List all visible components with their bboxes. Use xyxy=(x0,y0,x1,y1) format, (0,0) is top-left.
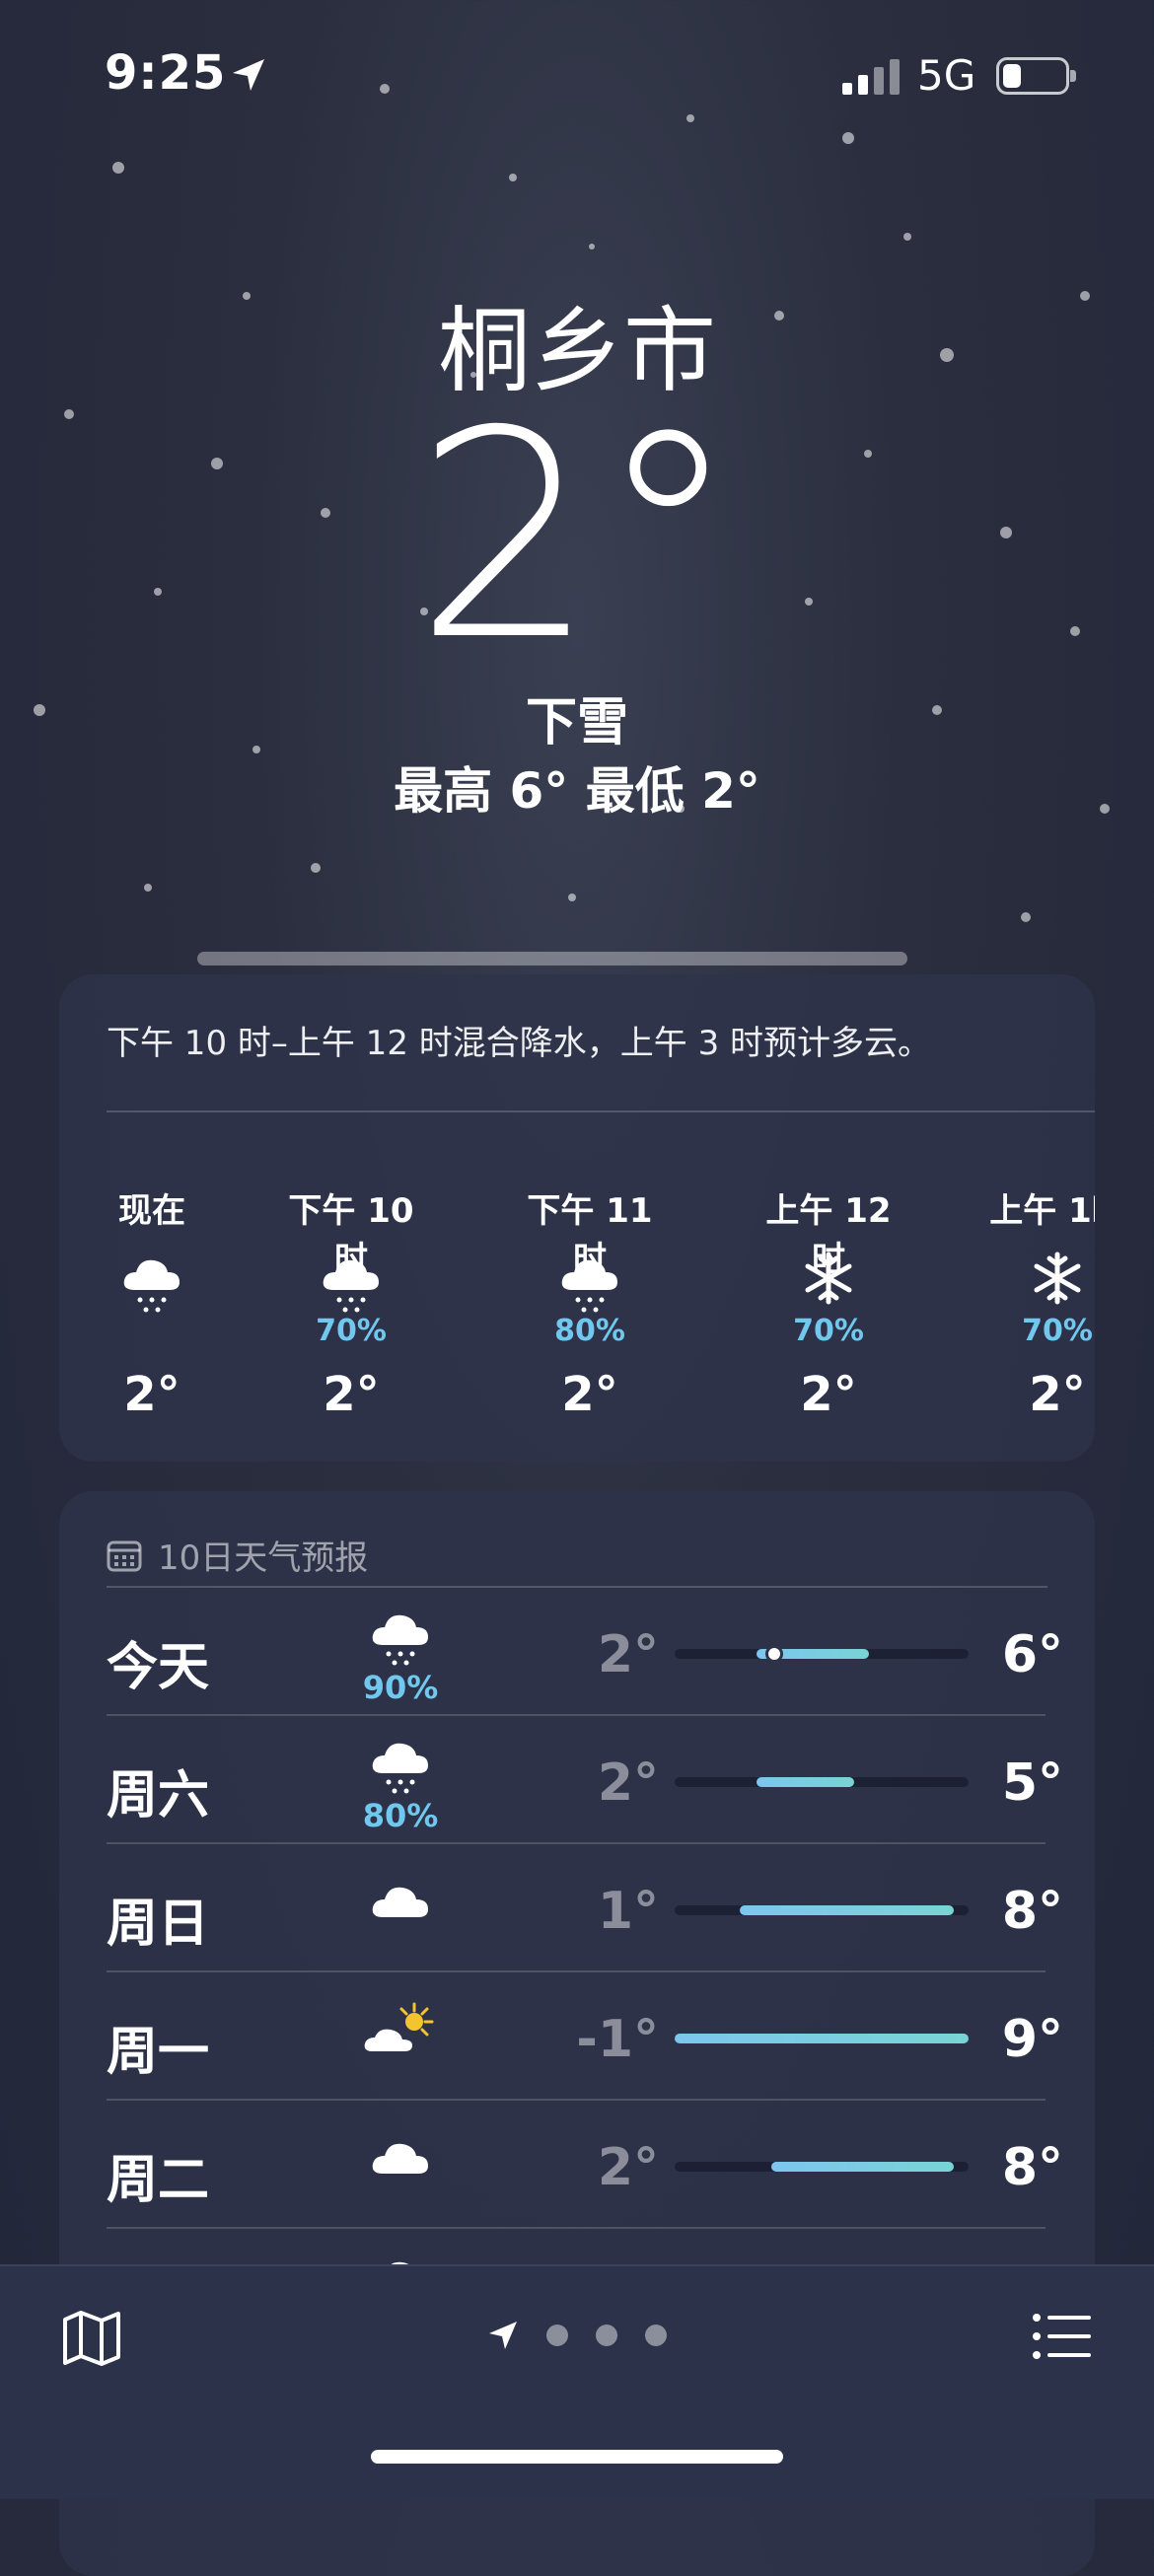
temperature-range-bar xyxy=(739,1905,955,1915)
hour-temperature: 2° xyxy=(561,1367,618,1422)
hourly-summary: 下午 10 时–上午 12 时混合降水，上午 3 时预计多云。 xyxy=(107,1024,932,1063)
precip-chance xyxy=(73,1314,231,1353)
hour-temperature: 2° xyxy=(323,1367,380,1422)
day-row[interactable]: 周六 80% 2° 5° xyxy=(107,1716,1063,1844)
snow-cloud-icon: 80% xyxy=(351,1738,450,1834)
partly-sunny-icon xyxy=(351,2002,450,2061)
day-name: 周日 xyxy=(107,1895,210,1954)
temperature-range-bar xyxy=(757,1777,854,1787)
page-indicator[interactable] xyxy=(487,2320,667,2351)
high-temperature: 8° xyxy=(1001,2138,1063,2197)
hour-item: 下午 11 时 80% 2° xyxy=(511,1183,669,1422)
hour-temperature: 2° xyxy=(123,1367,180,1422)
hour-temperature: 2° xyxy=(800,1367,857,1422)
current-temperature-dot xyxy=(765,1645,784,1663)
battery-icon xyxy=(996,57,1076,95)
hour-item: 上午 1时 70% 2° xyxy=(978,1183,1095,1422)
cloud-icon xyxy=(351,1882,450,1925)
low-temperature: 1° xyxy=(597,1882,659,1941)
temperature-range-track xyxy=(675,1645,969,1663)
hour-temperature: 2° xyxy=(1029,1367,1086,1422)
cloud-icon xyxy=(351,2138,450,2182)
location-arrow-icon xyxy=(489,2322,517,2349)
hour-item: 上午 12 时 70% 2° xyxy=(750,1183,907,1422)
map-icon[interactable] xyxy=(61,2308,122,2369)
temperature-range-bar xyxy=(771,2162,955,2172)
day-name: 周一 xyxy=(107,2023,210,2082)
page-dot[interactable] xyxy=(596,2325,617,2346)
snow-cloud-icon xyxy=(272,1251,430,1320)
day-row[interactable]: 今天 90% 2° 6° xyxy=(107,1588,1063,1716)
temperature-range-bar xyxy=(675,2034,969,2043)
temperature-range-track xyxy=(675,2034,969,2043)
low-temperature: 2° xyxy=(597,2138,659,2197)
location-arrow-icon xyxy=(233,59,264,91)
home-indicator[interactable] xyxy=(371,2450,783,2464)
high-low-temperature: 最高 6° 最低 2° xyxy=(394,762,760,820)
daily-title: 10日天气预报 xyxy=(158,1538,369,1578)
precip-chance: 70% xyxy=(1022,1314,1093,1348)
divider xyxy=(107,1110,1095,1112)
day-name: 周二 xyxy=(107,2151,210,2210)
page-dot[interactable] xyxy=(546,2325,568,2346)
hour-item: 现在 2° xyxy=(73,1183,231,1422)
signal-strength-icon xyxy=(842,59,900,95)
hour-label: 上午 1时 xyxy=(989,1191,1095,1231)
precip-chance: 90% xyxy=(362,1669,439,1706)
snow-cloud-icon xyxy=(511,1251,669,1320)
list-icon[interactable] xyxy=(1032,2312,1093,2361)
day-row[interactable]: 周二 2° 8° xyxy=(107,2101,1063,2229)
temperature-range-track xyxy=(675,1905,969,1915)
network-type: 5G xyxy=(917,51,976,100)
precip-chance: 70% xyxy=(316,1314,387,1348)
snowflake-icon xyxy=(750,1251,907,1320)
hour-label: 下午 10 时 xyxy=(288,1191,414,1279)
high-temperature: 6° xyxy=(1001,1625,1063,1684)
hour-label: 上午 12 时 xyxy=(765,1191,892,1279)
snow-cloud-icon: 90% xyxy=(351,1610,450,1706)
precip-chance: 80% xyxy=(554,1314,625,1348)
high-temperature: 8° xyxy=(1001,1882,1063,1941)
day-row[interactable]: 周日 1° 8° xyxy=(107,1844,1063,1972)
snowflake-icon xyxy=(978,1251,1095,1320)
day-name: 周六 xyxy=(107,1766,210,1825)
precip-chance: 70% xyxy=(793,1314,864,1348)
low-temperature: 2° xyxy=(597,1625,659,1684)
hour-item: 下午 10 时 70% 2° xyxy=(272,1183,430,1422)
temperature-range-track xyxy=(675,1777,969,1787)
status-time: 9:25 xyxy=(105,45,227,101)
precip-chance: 80% xyxy=(362,1797,439,1834)
hour-label: 现在 xyxy=(118,1191,185,1231)
page-dot[interactable] xyxy=(645,2325,667,2346)
current-condition: 下雪 xyxy=(525,693,628,752)
low-temperature: 2° xyxy=(597,1753,659,1813)
day-name: 今天 xyxy=(107,1638,210,1697)
current-temperature: 2° xyxy=(414,371,740,703)
day-row[interactable]: 周一 -1° 9° xyxy=(107,1972,1063,2101)
calendar-icon xyxy=(107,1540,142,1571)
low-temperature: -1° xyxy=(576,2010,659,2069)
daily-header: 10日天气预报 xyxy=(107,1531,368,1579)
status-bar: 9:25 5G xyxy=(0,0,1154,148)
high-temperature: 9° xyxy=(1001,2010,1063,2069)
hour-label: 下午 11 时 xyxy=(527,1191,653,1279)
hourly-forecast-card[interactable]: 下午 10 时–上午 12 时混合降水，上午 3 时预计多云。 现在 2° 下午… xyxy=(59,974,1095,1462)
high-temperature: 5° xyxy=(1001,1753,1063,1813)
snow-cloud-icon xyxy=(73,1251,231,1320)
temperature-range-track xyxy=(675,2162,969,2172)
bottom-toolbar xyxy=(0,2264,1154,2499)
